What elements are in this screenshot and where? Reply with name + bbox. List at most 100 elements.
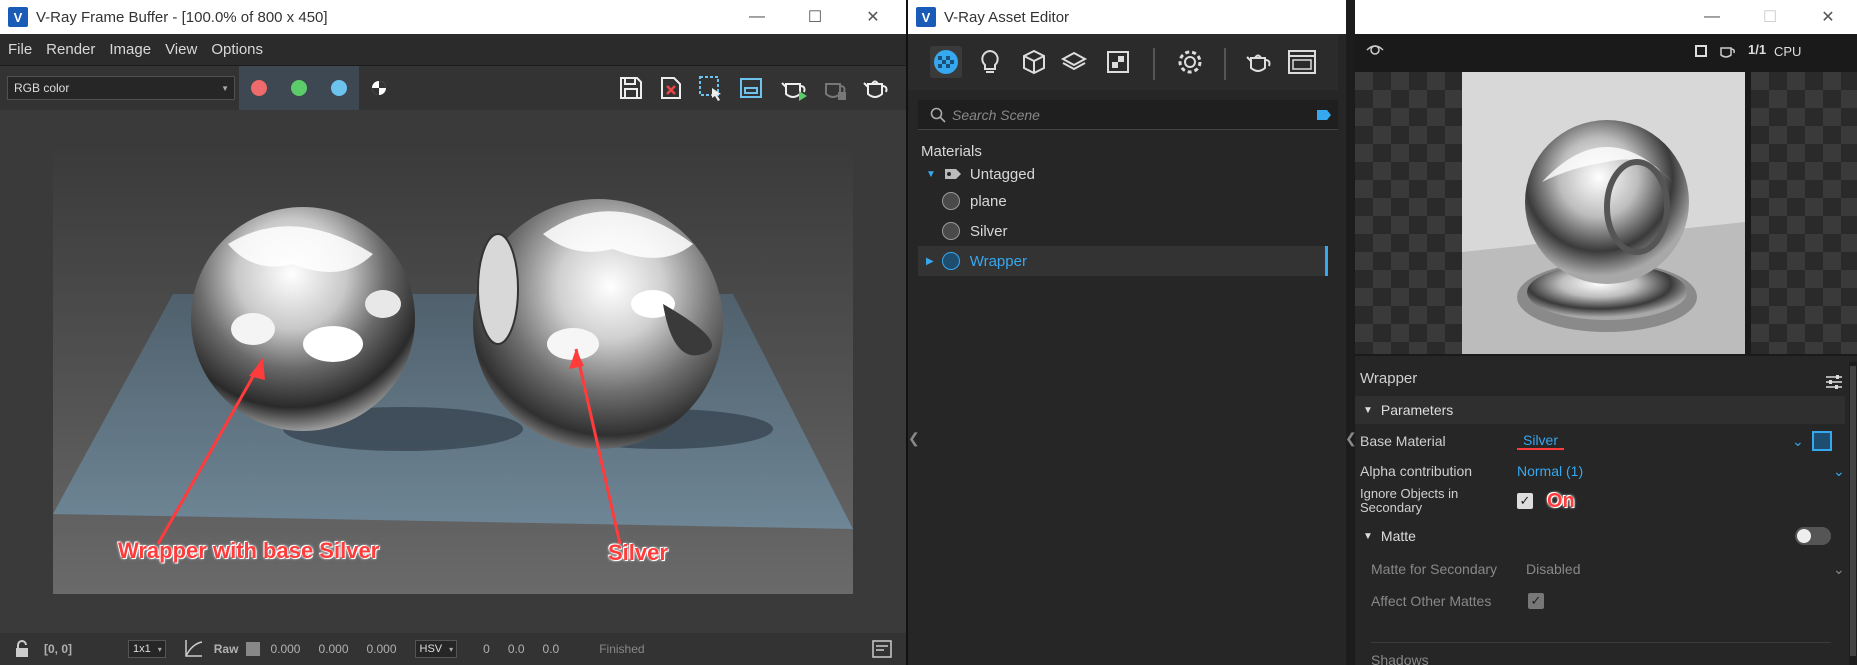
close-icon[interactable]: ✕ [1799, 0, 1857, 34]
preview-settings-icon[interactable] [1365, 42, 1385, 58]
lights-tab[interactable] [974, 46, 1006, 78]
save-image-button[interactable] [615, 73, 647, 103]
scrollbar[interactable] [1849, 362, 1857, 665]
menu-render[interactable]: Render [46, 41, 95, 58]
green-channel-button[interactable] [279, 66, 319, 110]
matte-secondary-value[interactable]: Disabled [1526, 561, 1580, 577]
maximize-icon[interactable]: ☐ [786, 0, 844, 34]
raw-value-r: 0.000 [270, 642, 301, 656]
raw-value-b: 0.000 [366, 642, 397, 656]
sliders-icon[interactable] [1825, 374, 1843, 390]
scrollbar-thumb[interactable] [1850, 366, 1856, 656]
window-title: V-Ray Frame Buffer - [100.0% of 800 x 45… [36, 8, 328, 26]
blue-channel-button[interactable] [319, 66, 359, 110]
menu-options[interactable]: Options [211, 41, 263, 58]
frame-icon [740, 78, 762, 98]
color-curve-icon[interactable] [182, 638, 204, 660]
search-input[interactable]: Search Scene [918, 100, 1338, 130]
checker-background [1355, 72, 1462, 354]
chevron-down-icon[interactable]: ⌄ [1833, 463, 1845, 480]
geometry-tab[interactable] [1018, 46, 1050, 78]
preview-fraction[interactable]: 1/1 [1748, 42, 1766, 57]
search-icon [930, 107, 946, 123]
tag-untagged-label: Untagged [969, 165, 1035, 183]
red-dot-icon [251, 80, 267, 96]
render-button[interactable] [861, 73, 893, 103]
color-mode-select[interactable]: HSV [414, 640, 458, 658]
raw-color-swatch [246, 642, 261, 656]
cpu-label[interactable]: CPU [1774, 44, 1801, 59]
asset-type-toolbar [908, 34, 1338, 90]
collapse-left-icon[interactable]: ❮ [908, 430, 920, 447]
stop-render-button[interactable] [819, 73, 851, 103]
channel-select[interactable]: RGB color ▼ [7, 76, 235, 100]
ignore-objects-checkbox[interactable]: ✓ [1517, 493, 1533, 509]
clear-image-button[interactable] [655, 73, 687, 103]
caret-right-icon: ▶ [926, 255, 934, 267]
affect-mattes-label: Affect Other Mattes [1371, 593, 1492, 609]
matte-toggle[interactable] [1795, 527, 1831, 545]
lock-icon[interactable] [12, 639, 32, 659]
list-item-plane[interactable]: plane [942, 186, 1007, 216]
history-panel-icon[interactable] [872, 640, 892, 658]
list-item-label: plane [970, 192, 1007, 210]
properties-panel: Wrapper ▼ Parameters Base Material Silve… [1355, 362, 1857, 665]
tag-untagged[interactable]: ▼ Untagged [926, 159, 1035, 189]
toolbar-separator [1224, 48, 1226, 80]
hsv-value-h: 0 [483, 642, 490, 656]
settings-tab[interactable] [1174, 46, 1206, 78]
save-icon [620, 77, 642, 99]
search-placeholder: Search Scene [952, 106, 1040, 123]
raw-label: Raw [213, 642, 239, 656]
textures-tab[interactable] [1058, 46, 1090, 78]
frame-buffer-button[interactable] [1286, 46, 1318, 78]
divider [1371, 642, 1831, 643]
region-render-button[interactable] [695, 73, 727, 103]
bulb-icon [981, 49, 999, 73]
start-interactive-button[interactable] [779, 73, 811, 103]
layers-icon [1060, 51, 1088, 71]
teapot-preview-icon[interactable] [1718, 43, 1736, 59]
render-elements-tab[interactable] [1102, 46, 1134, 78]
close-icon[interactable]: ✕ [844, 0, 902, 34]
list-item-wrapper[interactable]: ▶ Wrapper [918, 246, 1328, 276]
tag-filter-icon[interactable] [1316, 109, 1332, 121]
render-teapot-button[interactable] [1244, 46, 1276, 78]
material-preview-area: 1/1 CPU [1355, 34, 1857, 356]
alpha-channel-button[interactable] [359, 66, 399, 110]
chevron-down-icon[interactable]: ⌄ [1792, 433, 1804, 450]
track-mouse-button[interactable] [735, 73, 767, 103]
render-status: Finished [599, 642, 645, 656]
matte-secondary-label: Matte for Secondary [1371, 561, 1498, 577]
matte-section-header[interactable]: ▼ Matte [1355, 522, 1845, 550]
menu-image[interactable]: Image [109, 41, 151, 58]
material-icon [942, 222, 960, 240]
stop-preview-icon[interactable] [1695, 45, 1707, 57]
red-channel-button[interactable] [239, 66, 279, 110]
sample-size-select[interactable]: 1x1 [128, 640, 166, 658]
tag-icon [944, 169, 961, 179]
menu-view[interactable]: View [165, 41, 197, 58]
teapot-play-icon [781, 82, 807, 101]
minimize-icon[interactable]: — [1683, 0, 1741, 34]
chevron-down-icon[interactable]: ⌄ [1833, 561, 1845, 578]
affect-mattes-checkbox[interactable]: ✓ [1528, 593, 1544, 609]
alpha-contribution-row: Alpha contribution Normal (1) ⌄ [1360, 458, 1850, 484]
render-viewport[interactable]: Wrapper with base Silver Silver [0, 110, 906, 620]
material-map-icon[interactable] [1812, 431, 1832, 451]
materials-tab[interactable] [930, 46, 962, 78]
base-material-value[interactable]: Silver [1517, 432, 1565, 450]
panel-splitter[interactable] [1346, 0, 1355, 665]
list-item-silver[interactable]: Silver [942, 216, 1008, 246]
alpha-contribution-value[interactable]: Normal (1) [1517, 463, 1583, 479]
teapot-icon [1246, 54, 1271, 72]
shadows-label: Shadows [1371, 652, 1429, 665]
maximize-icon[interactable]: ☐ [1741, 0, 1799, 34]
minimize-icon[interactable]: — [728, 0, 786, 34]
menu-file[interactable]: File [8, 41, 32, 58]
alpha-contribution-label: Alpha contribution [1360, 463, 1473, 479]
parameters-section-header[interactable]: ▼ Parameters [1355, 396, 1845, 424]
region-render-icon [699, 76, 721, 101]
base-material-label: Base Material [1360, 433, 1446, 449]
vray-logo-icon: V [916, 7, 936, 27]
